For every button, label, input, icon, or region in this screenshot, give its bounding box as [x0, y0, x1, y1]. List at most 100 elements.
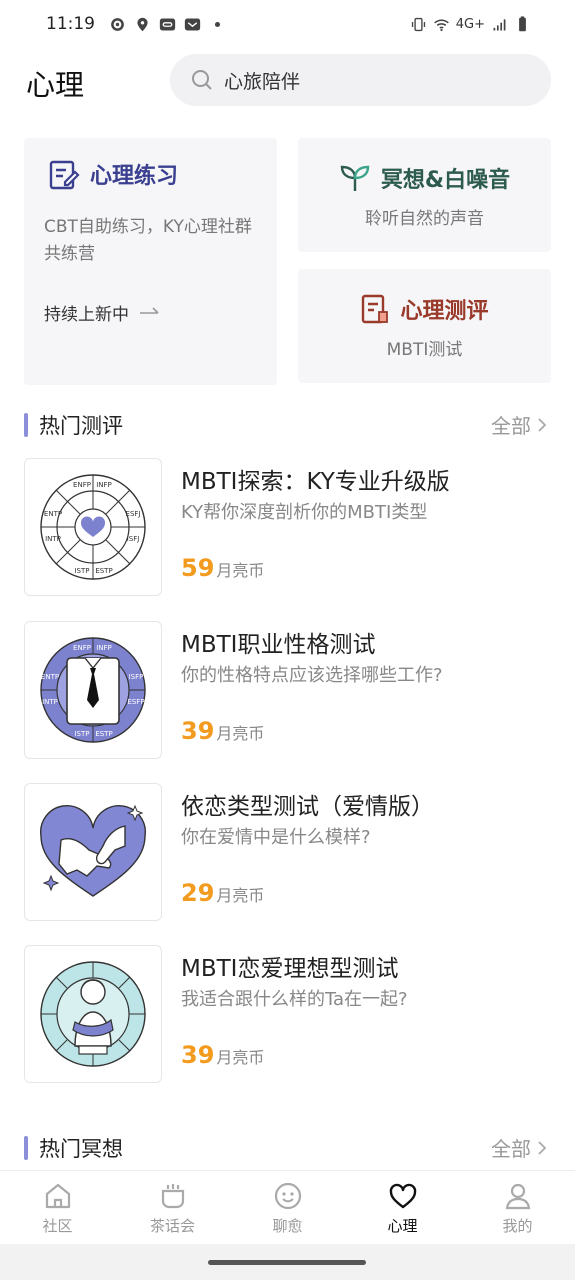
wheel-label: INTP — [42, 698, 58, 706]
profile-icon — [505, 1183, 530, 1210]
practice-desc: CBT自助练习，KY心理社群共练营 — [44, 217, 252, 264]
section-accent-bar — [24, 413, 28, 437]
wheel-label: ENTP — [44, 510, 62, 518]
status-left-icons — [109, 16, 226, 33]
gesture-area — [0, 1244, 575, 1280]
price-unit: 月亮币 — [216, 1048, 265, 1067]
wheel-label: ISFP — [129, 673, 144, 681]
sprout-icon — [340, 165, 370, 191]
smile-icon — [274, 1182, 301, 1210]
meditation-title: 冥想&白噪音 — [380, 168, 511, 193]
test-thumbnail: ENFP INFP ISFP ESFP ESTP ISTP INTP ENTP — [24, 621, 162, 759]
statue-wheel-icon — [40, 961, 146, 1067]
section-accent-bar — [24, 1136, 28, 1160]
test-desc: 我适合跟什么样的Ta在一起? — [181, 989, 408, 1010]
nav-item-psychology[interactable]: 心理 — [345, 1171, 460, 1244]
battery-icon — [519, 15, 526, 31]
evaluation-title: 心理测评 — [400, 299, 489, 324]
vibrate-icon — [411, 17, 425, 31]
mbti-wheel-icon: ENFP INFP ESFJ ISFJ ESTP ISTP INTP ENTP — [40, 474, 146, 580]
bottom-nav: 社区 茶话会 聊愈 心理 我的 — [0, 1170, 575, 1244]
wheel-label: INTP — [45, 535, 61, 543]
heart-icon — [389, 1183, 416, 1209]
price-unit: 月亮币 — [216, 724, 265, 743]
test-thumbnail: ENFP INFP ESFJ ISFJ ESTP ISTP INTP ENTP — [24, 458, 162, 596]
gear-icon — [111, 17, 124, 31]
wheel-label: ESTP — [95, 567, 112, 575]
test-price: 39 月亮币 — [181, 717, 264, 745]
test-title: 依恋类型测试（爱情版） — [181, 794, 434, 820]
nav-label: 聊愈 — [272, 1217, 303, 1235]
test-price: 29 月亮币 — [181, 879, 264, 907]
test-desc: KY帮你深度剖析你的MBTI类型 — [181, 502, 428, 523]
status-bar: 11:19 4G+ — [0, 0, 575, 48]
meditation-card[interactable]: 冥想&白噪音 聆听自然的声音 — [298, 138, 551, 252]
status-time: 11:19 — [46, 14, 95, 34]
price-value: 59 — [181, 554, 215, 582]
message-icon — [184, 18, 201, 30]
nav-label: 茶话会 — [149, 1217, 195, 1235]
hot-meditation-header: 热门冥想 全部 — [24, 1133, 551, 1163]
nav-item-community[interactable]: 社区 — [0, 1171, 115, 1244]
hot-tests-title: 热门测评 — [39, 414, 123, 438]
price-value: 39 — [181, 1041, 215, 1069]
test-title: MBTI职业性格测试 — [181, 632, 376, 658]
search-input[interactable]: 心旅陪伴 — [170, 54, 551, 106]
nav-label: 心理 — [387, 1217, 418, 1235]
hot-tests-all-label: 全部 — [491, 414, 531, 438]
price-unit: 月亮币 — [216, 561, 265, 580]
evaluation-card-header: 心理测评 — [298, 293, 551, 325]
wheel-label: ENFP — [73, 644, 91, 652]
test-item-attachment[interactable]: 依恋类型测试（爱情版） 你在爱情中是什么模样? 29 月亮币 — [24, 783, 551, 921]
nav-item-tea-party[interactable]: 茶话会 — [115, 1171, 230, 1244]
cup-icon — [161, 1184, 184, 1209]
wheel-label: ENTP — [41, 673, 59, 681]
arrow-right-icon — [140, 306, 159, 314]
wheel-label: INFP — [96, 644, 112, 652]
nav-item-profile[interactable]: 我的 — [460, 1171, 575, 1244]
practice-title: 心理练习 — [90, 164, 179, 189]
test-title: MBTI探索：KY专业升级版 — [181, 469, 450, 495]
holding-hands-heart-icon — [39, 804, 147, 897]
test-item-mbti-explore[interactable]: ENFP INFP ESFJ ISFJ ESTP ISTP INTP ENTP … — [24, 458, 551, 596]
link-icon — [159, 18, 176, 30]
test-thumbnail — [24, 783, 162, 921]
practice-more-link[interactable]: 持续上新中 — [44, 300, 161, 325]
edit-note-icon — [49, 160, 80, 190]
search-icon — [192, 70, 212, 90]
wheel-label: ISTP — [74, 730, 89, 738]
meditation-sub: 聆听自然的声音 — [365, 209, 484, 229]
practice-more-label: 持续上新中 — [44, 305, 129, 325]
price-unit: 月亮币 — [216, 886, 265, 905]
practice-card-header: 心理练习 — [48, 158, 178, 190]
test-thumbnail — [24, 945, 162, 1083]
test-item-mbti-career[interactable]: ENFP INFP ISFP ESFP ESTP ISTP INTP ENTP … — [24, 621, 551, 759]
meditation-card-header: 冥想&白噪音 — [298, 162, 551, 194]
test-sheet-icon — [362, 294, 389, 324]
evaluation-card[interactable]: 心理测评 MBTI测试 — [298, 269, 551, 383]
gesture-handle[interactable] — [208, 1260, 366, 1265]
hot-meditation-all-button[interactable]: 全部 — [491, 1133, 547, 1162]
nav-label: 我的 — [502, 1217, 533, 1235]
search-placeholder: 心旅陪伴 — [224, 70, 301, 93]
wheel-label: ISFJ — [127, 535, 140, 543]
test-item-mbti-love[interactable]: MBTI恋爱理想型测试 我适合跟什么样的Ta在一起? 39 月亮币 — [24, 945, 551, 1083]
career-wheel-icon: ENFP INFP ISFP ESFP ESTP ISTP INTP ENTP — [40, 637, 146, 743]
network-label: 4G+ — [455, 16, 485, 32]
nav-label: 社区 — [42, 1217, 73, 1235]
price-value: 39 — [181, 717, 215, 745]
dot-icon — [214, 21, 221, 27]
evaluation-sub: MBTI测试 — [386, 340, 463, 360]
location-icon — [137, 17, 148, 31]
wheel-label: ESTP — [95, 730, 112, 738]
practice-card[interactable]: 心理练习 CBT自助练习，KY心理社群共练营 持续上新中 — [24, 138, 277, 385]
wheel-label: ESFJ — [126, 510, 141, 518]
hot-tests-all-button[interactable]: 全部 — [491, 410, 547, 439]
test-desc: 你的性格特点应该选择哪些工作? — [181, 665, 443, 686]
chevron-right-icon — [538, 417, 547, 432]
test-price: 59 月亮币 — [181, 554, 264, 582]
wheel-label: ENFP — [73, 481, 91, 489]
header: 心理 心旅陪伴 — [0, 52, 575, 108]
nav-item-heal-chat[interactable]: 聊愈 — [230, 1171, 345, 1244]
wheel-label: INFP — [96, 481, 112, 489]
